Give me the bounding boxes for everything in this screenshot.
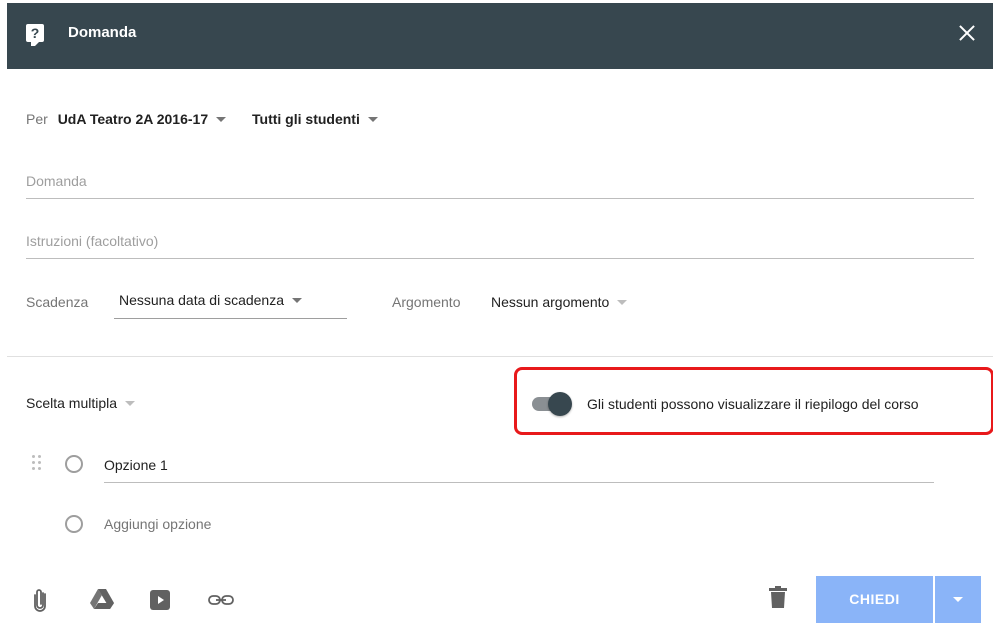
students-select-value: Tutti gli studenti <box>252 111 360 127</box>
dialog-header: ? Domanda <box>7 3 993 69</box>
chevron-down-icon <box>367 116 378 122</box>
question-input[interactable] <box>26 170 974 192</box>
drag-handle-icon[interactable] <box>32 455 42 471</box>
per-label: Per <box>26 111 48 127</box>
option-input[interactable] <box>104 454 934 476</box>
chevron-down-icon <box>617 299 628 305</box>
question-type-value: Scelta multipla <box>26 395 118 411</box>
add-option-radio <box>65 515 83 533</box>
chevron-down-icon <box>216 116 227 122</box>
due-topic-row: Scadenza Nessuna data di scadenza Argome… <box>26 291 726 323</box>
due-date-select[interactable]: Nessuna data di scadenza <box>114 291 347 319</box>
link-icon[interactable] <box>208 594 234 606</box>
add-option-button[interactable]: Aggiungi opzione <box>104 515 211 533</box>
students-select[interactable]: Tutti gli studenti <box>252 111 378 127</box>
summary-toggle-label: Gli studenti possono visualizzare il rie… <box>587 396 919 412</box>
close-icon[interactable] <box>953 19 981 47</box>
drive-icon[interactable] <box>90 589 114 609</box>
chevron-down-icon <box>292 297 302 303</box>
chevron-down-icon <box>125 400 136 406</box>
toggle-knob[interactable] <box>548 392 572 416</box>
submit-button[interactable]: CHIEDI <box>816 576 933 623</box>
class-select[interactable]: UdA Teatro 2A 2016-17 <box>57 111 227 127</box>
topic-select[interactable]: Nessun argomento <box>491 293 628 311</box>
due-date-value: Nessuna data di scadenza <box>119 292 284 308</box>
class-select-value: UdA Teatro 2A 2016-17 <box>57 111 209 127</box>
question-icon: ? <box>26 24 44 46</box>
question-field <box>26 170 974 199</box>
instructions-input[interactable] <box>26 230 974 252</box>
option-radio[interactable] <box>65 455 83 473</box>
submit-options-button[interactable] <box>935 576 981 623</box>
option-field <box>104 454 934 483</box>
chevron-down-icon <box>953 597 963 602</box>
section-divider <box>7 356 993 357</box>
trash-icon[interactable] <box>769 586 787 608</box>
due-label: Scadenza <box>26 294 89 310</box>
youtube-icon[interactable] <box>150 590 170 610</box>
question-type-select[interactable]: Scelta multipla <box>26 394 136 412</box>
instructions-field <box>26 230 974 259</box>
attach-icon[interactable] <box>32 587 48 613</box>
dialog-title: Domanda <box>68 24 137 41</box>
topic-value: Nessun argomento <box>491 294 610 310</box>
assign-row: Per UdA Teatro 2A 2016-17 Tutti gli stud… <box>26 110 378 128</box>
topic-label: Argomento <box>392 294 461 310</box>
question-dialog: ? Domanda Per UdA Teatro 2A 2016-17 Tutt… <box>7 3 993 637</box>
